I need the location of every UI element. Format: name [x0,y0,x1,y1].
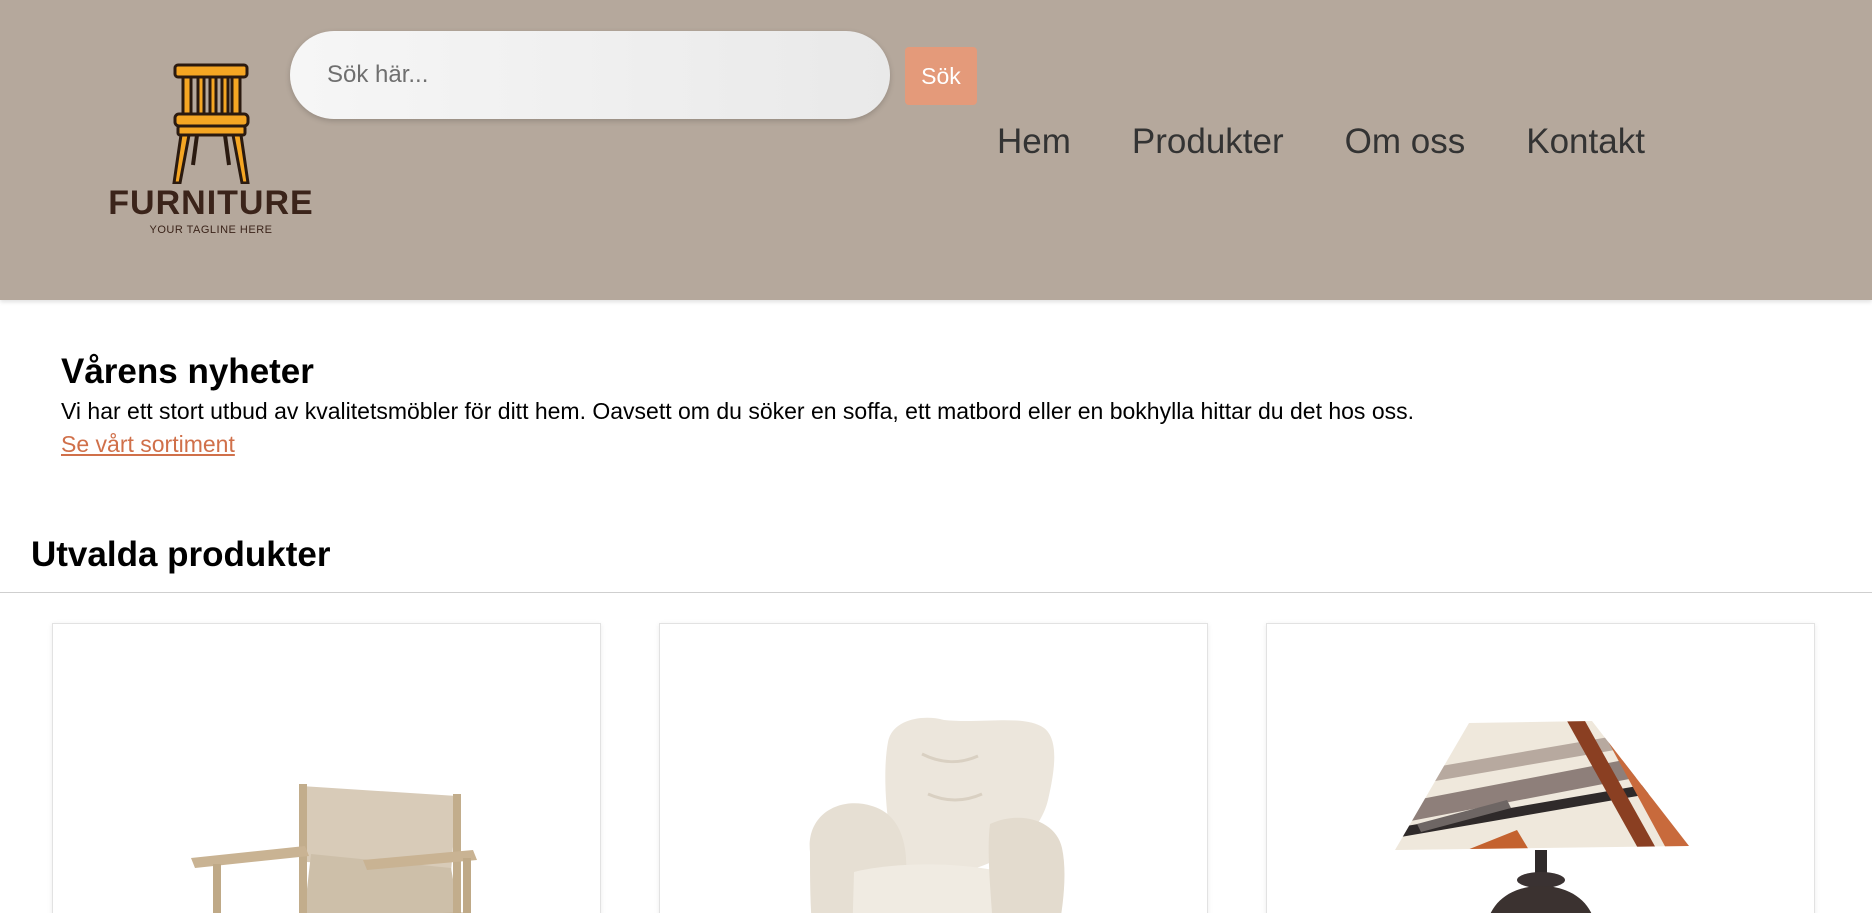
chair-logo-icon [172,63,250,184]
striped-table-lamp-image [1395,721,1689,913]
nav-link-produkter[interactable]: Produkter [1132,118,1284,166]
nav-link-om-oss[interactable]: Om oss [1345,118,1466,166]
nav-link-hem[interactable]: Hem [997,118,1071,166]
sheepskin-wingback-chair-image [809,717,1065,913]
site-header: FURNITURE YOUR TAGLINE HERE Sök Hem Prod… [0,0,1872,300]
main-nav: Hem Produkter Om oss Kontakt [997,118,1706,166]
hero-text: Vi har ett stort utbud av kvalitetsmöble… [61,398,1415,424]
product-card[interactable] [659,623,1208,913]
hero-title: Vårens nyheter [61,352,314,391]
canvas-armchair-image [191,784,477,913]
product-card[interactable] [1266,623,1815,913]
nav-link-kontakt[interactable]: Kontakt [1526,118,1645,166]
search-input[interactable] [290,31,890,119]
section-divider [0,592,1872,593]
assortment-link[interactable]: Se vårt sortiment [61,431,235,458]
search-button[interactable]: Sök [905,47,977,105]
brand-name: FURNITURE [108,184,314,222]
featured-products-title: Utvalda produkter [31,535,331,574]
brand-tagline: YOUR TAGLINE HERE [149,224,273,236]
product-card[interactable] [52,623,601,913]
brand-logo[interactable]: FURNITURE YOUR TAGLINE HERE [100,60,322,240]
